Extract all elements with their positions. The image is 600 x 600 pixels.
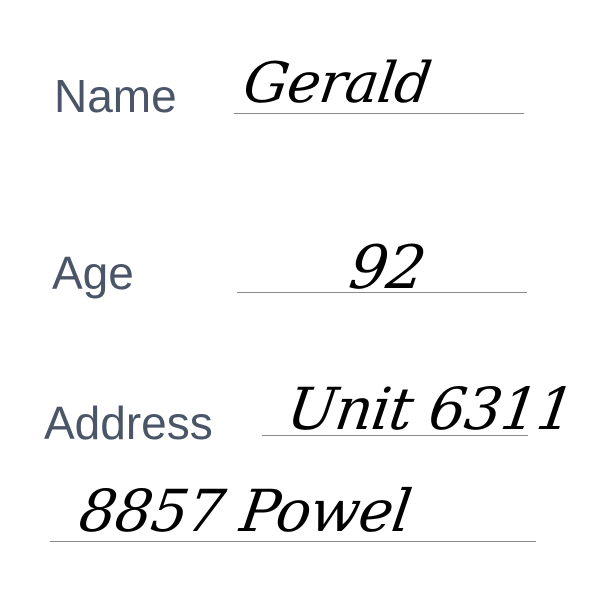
age-value: 92 bbox=[345, 233, 430, 303]
name-label: Name bbox=[54, 70, 177, 122]
address-value-line1: Unit 6311 bbox=[283, 375, 578, 443]
address-underline-1 bbox=[262, 435, 528, 436]
address-label: Address bbox=[44, 397, 213, 449]
age-underline bbox=[237, 292, 527, 293]
address-value-line2: 8857 Powel bbox=[75, 477, 415, 545]
name-underline bbox=[234, 113, 524, 114]
address-underline-2 bbox=[50, 541, 536, 542]
age-label: Age bbox=[52, 247, 134, 299]
name-value: Gerald bbox=[239, 51, 435, 116]
